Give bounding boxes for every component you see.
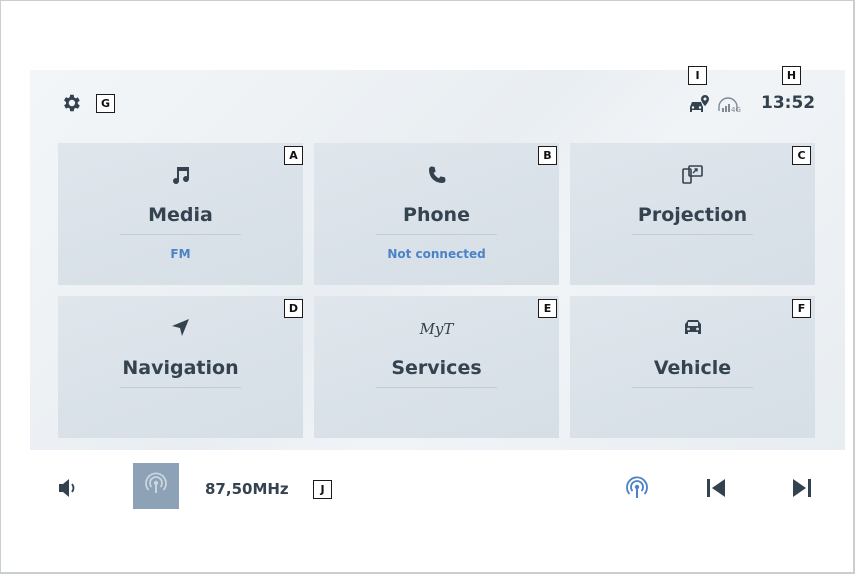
tile-title: Media <box>148 204 213 226</box>
tile-divider <box>376 234 497 235</box>
previous-track-icon[interactable] <box>704 476 728 504</box>
tile-divider <box>376 387 497 388</box>
car-location-icon <box>688 94 710 118</box>
car-icon <box>570 316 815 342</box>
tile-divider <box>632 387 753 388</box>
tile-vehicle[interactable]: Vehicle <box>570 296 815 438</box>
tile-media[interactable]: Media FM <box>58 143 303 285</box>
myt-logo-icon: MyT <box>419 320 454 338</box>
callout-label-j: J <box>313 480 332 499</box>
callout-label-g: G <box>96 94 115 113</box>
callout-label-f: F <box>792 299 811 318</box>
callout-label-i: I <box>688 66 707 85</box>
tile-divider <box>120 387 241 388</box>
tile-title: Navigation <box>122 357 239 379</box>
radio-source-icon <box>143 471 169 501</box>
svg-text:4G: 4G <box>731 106 741 114</box>
tile-title: Vehicle <box>653 357 732 379</box>
music-note-icon <box>58 163 303 189</box>
tile-subtitle: FM <box>170 247 191 261</box>
callout-label-a: A <box>284 146 303 165</box>
tile-divider <box>120 234 241 235</box>
tile-divider <box>632 234 753 235</box>
tile-projection[interactable]: Projection <box>570 143 815 285</box>
callout-label-b: B <box>538 146 557 165</box>
next-track-icon[interactable] <box>790 476 814 504</box>
phone-icon <box>314 163 559 189</box>
radio-source-button[interactable] <box>133 463 179 509</box>
tile-title: Services <box>391 357 482 379</box>
tile-services[interactable]: MyT Services <box>314 296 559 438</box>
callout-label-c: C <box>792 146 811 165</box>
tile-navigation[interactable]: Navigation <box>58 296 303 438</box>
tile-title: Phone <box>403 204 470 226</box>
volume-icon[interactable] <box>58 478 82 502</box>
tile-phone[interactable]: Phone Not connected <box>314 143 559 285</box>
gear-icon[interactable] <box>60 92 82 118</box>
radio-frequency: 87,50MHz <box>205 480 289 498</box>
radio-antenna-icon[interactable] <box>624 475 650 505</box>
callout-label-e: E <box>538 299 557 318</box>
projection-icon <box>570 163 815 189</box>
tile-subtitle: Not connected <box>387 247 486 261</box>
navigation-arrow-icon <box>58 316 303 342</box>
callout-label-h: H <box>782 66 801 85</box>
signal-4g-icon: 4G <box>716 95 756 119</box>
callout-label-d: D <box>284 299 303 318</box>
tile-title: Projection <box>637 204 748 226</box>
clock-time: 13:52 <box>761 93 816 113</box>
